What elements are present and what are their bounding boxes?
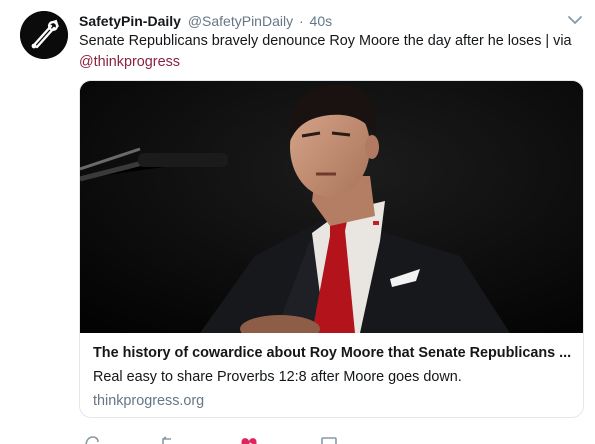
link-card[interactable]: The history of cowardice about Roy Moore…: [79, 80, 584, 418]
tweet-body: Senate Republicans bravely denounce Roy …: [79, 33, 572, 49]
card-photo: [80, 81, 583, 333]
display-name[interactable]: SafetyPin-Daily: [79, 13, 181, 29]
separator: ·: [298, 13, 304, 29]
safety-pin-logo-icon: [20, 11, 68, 59]
card-body[interactable]: The history of cowardice about Roy Moore…: [93, 343, 573, 411]
direct-message-icon[interactable]: [321, 436, 337, 444]
card-description: Real easy to share Proverbs 12:8 after M…: [93, 369, 462, 385]
timestamp[interactable]: 40s: [310, 13, 333, 29]
like-icon[interactable]: [241, 436, 257, 444]
reply-icon[interactable]: [83, 436, 99, 444]
retweet-icon[interactable]: [161, 436, 177, 444]
chevron-down-icon[interactable]: [567, 13, 583, 27]
tweet-actions: [79, 436, 379, 444]
user-handle[interactable]: @SafetyPinDaily: [188, 13, 293, 29]
card-image[interactable]: [80, 81, 583, 333]
tweet-header: SafetyPin-Daily @SafetyPinDaily · 40s: [79, 11, 332, 31]
avatar[interactable]: [20, 11, 68, 59]
card-domain[interactable]: thinkprogress.org: [93, 391, 573, 411]
tweet[interactable]: SafetyPin-Daily @SafetyPinDaily · 40s Se…: [0, 0, 595, 444]
mention-link[interactable]: @thinkprogress: [79, 54, 180, 70]
card-title[interactable]: The history of cowardice about Roy Moore…: [93, 343, 573, 363]
tweet-text: Senate Republicans bravely denounce Roy …: [79, 31, 579, 73]
